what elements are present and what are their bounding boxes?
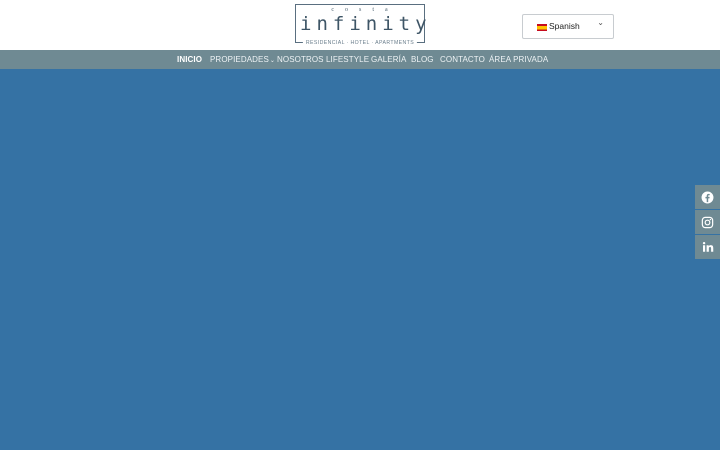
facebook-button[interactable] [695,185,720,209]
logo-sub-text: RESIDENCIAL · HOTEL · APARTMENTS [302,40,418,46]
chevron-down-icon: ⌄ [597,18,604,27]
nav-item-propiedades-label: PROPIEDADES [210,55,269,64]
language-selected-label: Spanish [549,21,580,31]
language-selector[interactable]: Spanish ⌄ [522,14,614,39]
site-logo[interactable]: costa infinity RESIDENCIAL · HOTEL · APA… [295,4,432,46]
main-navigation: INICIO PROPIEDADES⌄ NOSOTROS LIFESTYLE G… [0,50,720,69]
site-header: costa infinity RESIDENCIAL · HOTEL · APA… [0,0,720,50]
nav-item-area-privada[interactable]: ÁREA PRIVADA [489,55,548,64]
facebook-icon [701,191,714,203]
instagram-button[interactable] [695,210,720,234]
nav-item-nosotros[interactable]: NOSOTROS [277,55,324,64]
spain-flag-icon [537,24,547,31]
linkedin-icon [702,241,713,252]
linkedin-button[interactable] [695,235,720,259]
nav-item-propiedades[interactable]: PROPIEDADES⌄ [210,55,275,64]
nav-item-inicio[interactable]: INICIO [177,55,202,64]
instagram-icon [701,216,714,228]
nav-item-galeria[interactable]: GALERÍA [371,55,406,64]
chevron-down-icon: ⌄ [269,58,276,64]
nav-item-lifestyle[interactable]: LIFESTYLE [326,55,369,64]
nav-item-blog[interactable]: BLOG [411,55,434,64]
nav-item-contacto[interactable]: CONTACTO [440,55,485,64]
logo-main-text: infinity [300,13,432,35]
